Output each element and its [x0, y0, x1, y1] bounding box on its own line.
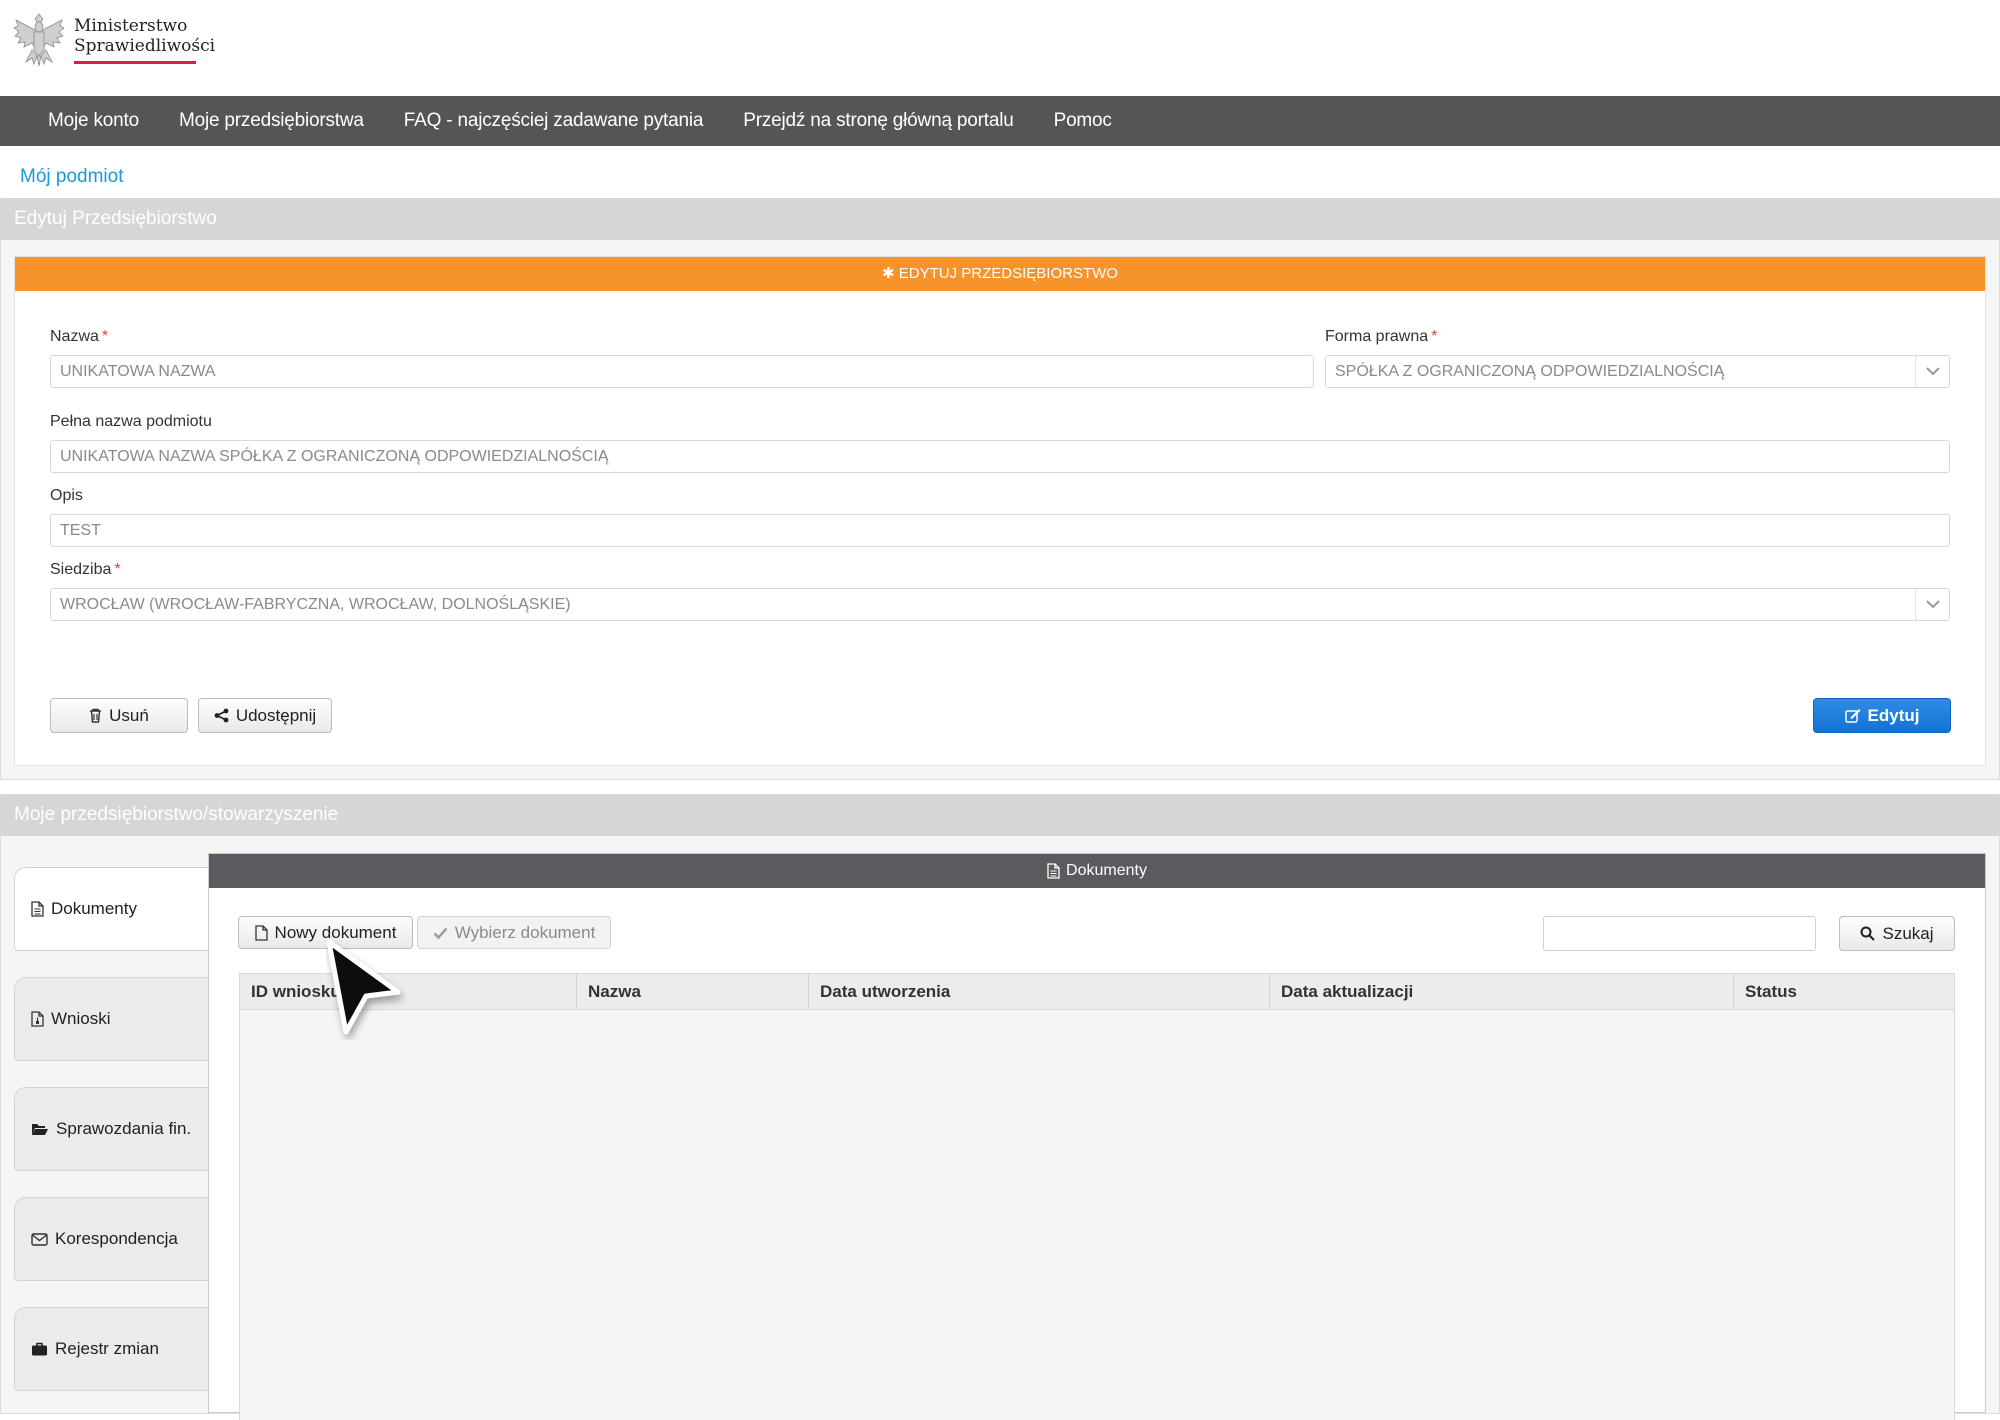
edit-card-title: EDYTUJ PRZEDSIĘBIORSTWO [898, 265, 1118, 282]
column-id-wniosku[interactable]: ID wniosku [240, 974, 577, 1009]
site-header: Ministerstwo Sprawiedliwości [0, 0, 2000, 96]
mouse-cursor-icon [326, 940, 401, 1035]
search-input[interactable] [1543, 916, 1816, 951]
breadcrumb-moj-podmiot[interactable]: Mój podmiot [20, 166, 124, 188]
main-nav: Moje konto Moje przedsiębiorstwa FAQ - n… [0, 96, 2000, 146]
nav-item-moje-konto[interactable]: Moje konto [28, 110, 159, 132]
share-icon [214, 708, 229, 723]
envelope-icon [31, 1232, 48, 1246]
tab-label: Korespondencja [55, 1229, 178, 1248]
ministry-logo[interactable]: Ministerstwo Sprawiedliwości [12, 10, 215, 68]
column-nazwa[interactable]: Nazwa [577, 974, 809, 1009]
pelna-nazwa-label: Pełna nazwa podmiotu [50, 413, 212, 430]
nazwa-label: Nazwa * [50, 328, 109, 345]
search-label: Szukaj [1882, 923, 1934, 943]
nazwa-input[interactable]: UNIKATOWA NAZWA [50, 355, 1314, 388]
tab-label: Sprawozdania fin. [56, 1119, 192, 1138]
edit-icon [1844, 709, 1861, 723]
choose-document-label: Wybierz dokument [454, 922, 596, 942]
tab-label: Rejestr zmian [55, 1339, 159, 1358]
column-status[interactable]: Status [1734, 974, 1954, 1009]
tab-korespondencja[interactable]: Korespondencja [14, 1197, 210, 1281]
tab-sprawozdania[interactable]: Sprawozdania fin. [14, 1087, 210, 1171]
forma-prawna-select[interactable]: SPÓŁKA Z OGRANICZONĄ ODPOWIEDZIALNOŚCIĄ [1325, 355, 1950, 388]
forma-prawna-label: Forma prawna * [1325, 328, 1438, 345]
check-icon [433, 927, 448, 939]
logo-line-1: Ministerstwo [74, 16, 188, 36]
opis-label: Opis [50, 487, 83, 504]
edit-label: Edytuj [1867, 705, 1920, 725]
tab-label: Dokumenty [51, 899, 137, 918]
search-icon [1860, 926, 1876, 941]
briefcase-icon [32, 1342, 47, 1356]
tab-dokumenty[interactable]: Dokumenty [14, 867, 210, 951]
chevron-down-icon [1915, 356, 1949, 387]
chevron-down-icon [1915, 589, 1949, 620]
column-data-aktualizacji[interactable]: Data aktualizacji [1270, 974, 1734, 1009]
delete-label: Usuń [109, 705, 149, 725]
column-data-utworzenia[interactable]: Data utworzenia [809, 974, 1270, 1009]
company-panel-title: Moje przedsiębiorstwo/stowarzyszenie [0, 794, 2000, 836]
siedziba-select[interactable]: WROCŁAW (WROCŁAW-FABRYCZNA, WROCŁAW, DOL… [50, 588, 1950, 621]
eagle-emblem-icon [13, 13, 65, 67]
document-icon [31, 1011, 44, 1027]
documents-header: Dokumenty [209, 854, 1985, 888]
documents-table-header: ID wniosku Nazwa Data utworzenia Data ak… [239, 973, 1955, 1010]
documents-title: Dokumenty [1066, 862, 1147, 879]
tab-label: Wnioski [51, 1009, 111, 1028]
file-icon [254, 924, 268, 941]
pelna-nazwa-input[interactable]: UNIKATOWA NAZWA SPÓŁKA Z OGRANICZONĄ ODP… [50, 440, 1950, 473]
edit-button[interactable]: Edytuj [1813, 698, 1951, 733]
asterisk-icon: ✱ [882, 265, 895, 282]
documents-panel: Dokumenty Nowy dokument Wybierz dokument… [208, 853, 1986, 1420]
document-icon [1047, 863, 1060, 879]
edit-card-header: ✱ EDYTUJ PRZEDSIĘBIORSTWO [15, 257, 1985, 291]
edit-panel-title: Edytuj Przedsiębiorstwo [0, 198, 2000, 240]
share-label: Udostępnij [235, 705, 317, 725]
logo-underline [74, 61, 196, 64]
nav-item-faq[interactable]: FAQ - najczęściej zadawane pytania [384, 110, 723, 132]
choose-document-button[interactable]: Wybierz dokument [417, 916, 611, 949]
nav-item-moje-przedsiebiorstwa[interactable]: Moje przedsiębiorstwa [159, 110, 384, 132]
tab-wnioski[interactable]: Wnioski [14, 977, 210, 1061]
documents-table-body [239, 1010, 1955, 1420]
trash-icon [90, 708, 102, 723]
edit-card: ✱ EDYTUJ PRZEDSIĘBIORSTWO Nazwa * UNIKATO… [14, 256, 1986, 766]
search-button[interactable]: Szukaj [1839, 916, 1955, 951]
nav-item-pomoc[interactable]: Pomoc [1034, 110, 1132, 132]
siedziba-label: Siedziba * [50, 561, 121, 578]
nav-item-portal-home[interactable]: Przejdź na stronę główną portalu [723, 110, 1033, 132]
opis-input[interactable]: TEST [50, 514, 1950, 547]
tab-rejestr-zmian[interactable]: Rejestr zmian [14, 1307, 210, 1391]
delete-button[interactable]: Usuń [50, 698, 188, 733]
folder-open-icon [32, 1124, 48, 1135]
share-button[interactable]: Udostępnij [198, 698, 332, 733]
document-icon [31, 901, 44, 917]
logo-line-2: Sprawiedliwości [74, 36, 216, 56]
